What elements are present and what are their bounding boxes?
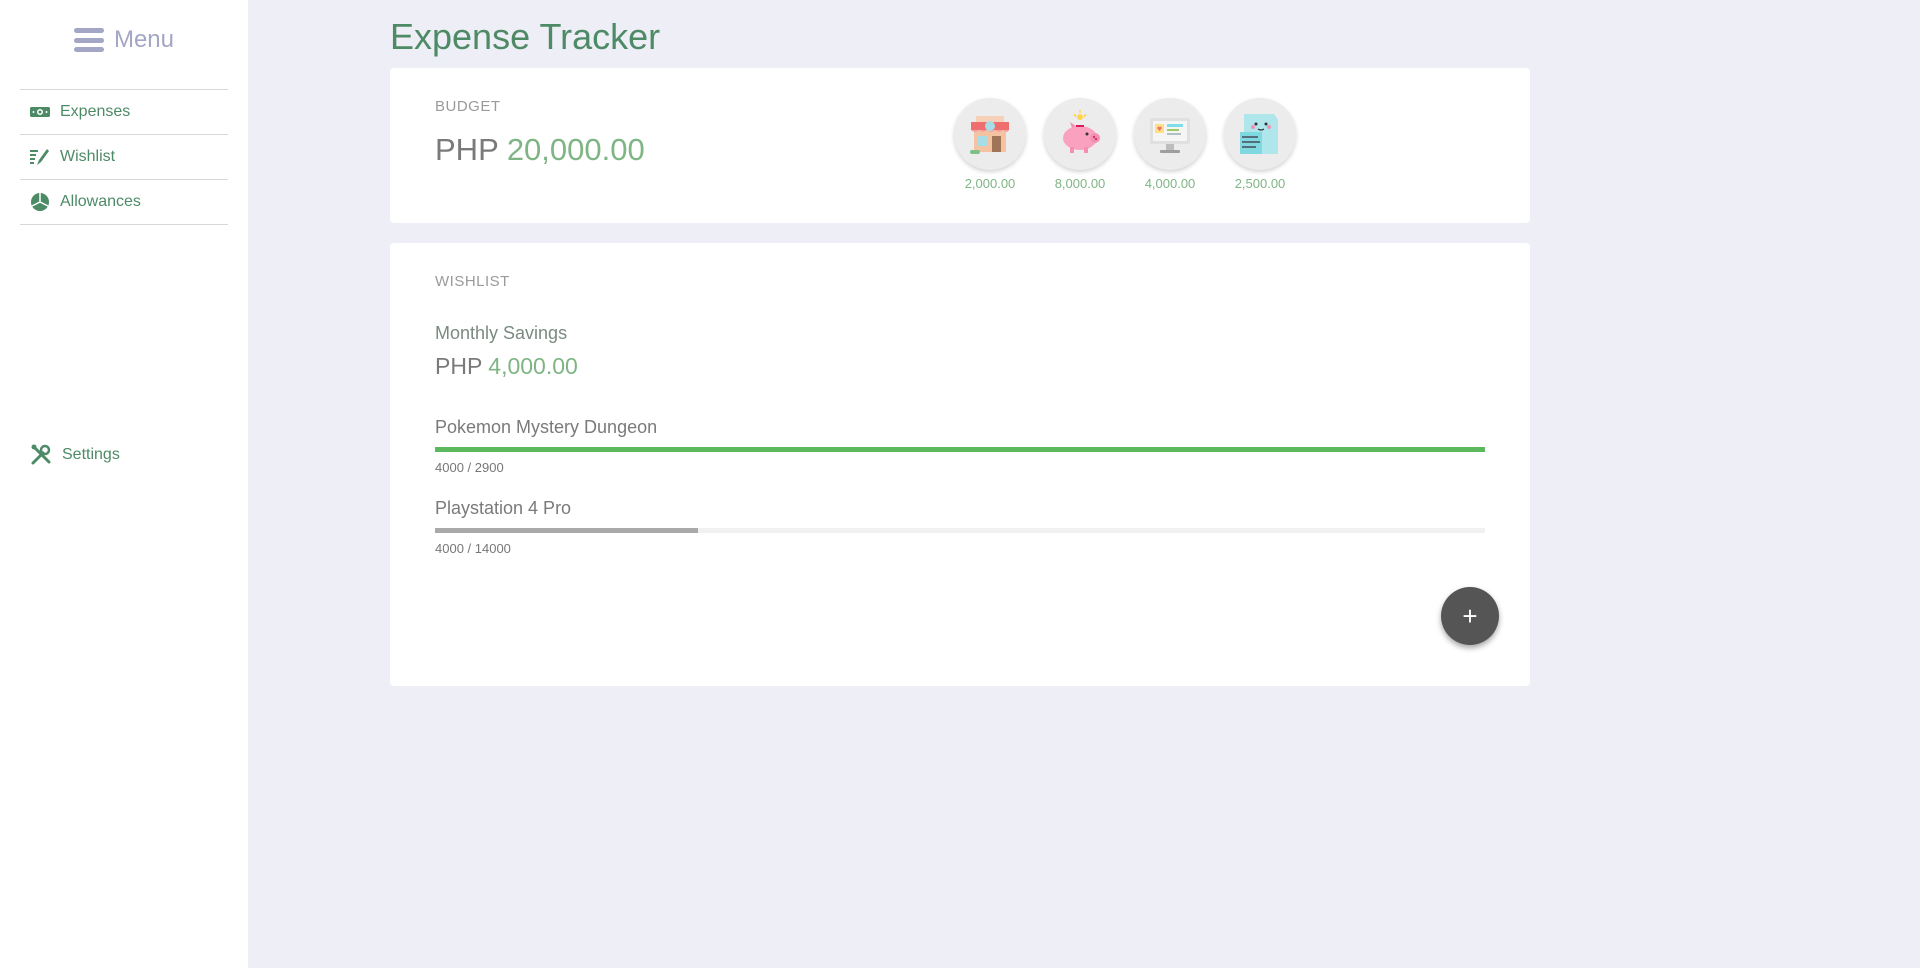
budget-card: BUDGET PHP 20,000.00 2,000.00 8,000.00 4… [390, 68, 1530, 223]
sidebar-item-label: Expenses [60, 103, 131, 120]
sidebar-item-wishlist[interactable]: Wishlist [20, 135, 228, 180]
progress-bar [435, 528, 1485, 533]
settings-label: Settings [62, 445, 120, 463]
budget-amount: PHP 20,000.00 [435, 132, 645, 168]
wishlist-item-name: Playstation 4 Pro [435, 498, 572, 518]
hamburger-icon [73, 28, 104, 52]
monthly-value: 4,000.00 [488, 353, 578, 379]
monthly-savings-label: Monthly Savings [435, 323, 568, 343]
wishlist-icon [30, 149, 49, 165]
category-button[interactable] [1224, 98, 1296, 170]
piggy-bank-icon [1063, 110, 1100, 153]
category-savings[interactable]: 8,000.00 [1044, 98, 1116, 191]
category-store[interactable]: 2,000.00 [954, 98, 1026, 191]
wishlist-item-progress: 4000 / 14000 [435, 541, 511, 556]
progress-bar-fill [435, 528, 698, 533]
category-computer[interactable]: 4,000.00 [1134, 98, 1206, 191]
category-button[interactable] [1134, 98, 1206, 170]
category-amount: 2,500.00 [1234, 176, 1286, 191]
wishlist-label: WISHLIST [435, 273, 510, 290]
store-icon [970, 116, 1009, 154]
category-button[interactable] [1044, 98, 1116, 170]
wishlist-item-name: Pokemon Mystery Dungeon [435, 417, 658, 437]
menu-toggle[interactable]: Menu [0, 26, 248, 54]
sidebar-item-settings[interactable]: Settings [20, 432, 228, 477]
sidebar-item-label: Allowances [60, 193, 141, 210]
sidebar-item-label: Wishlist [60, 148, 116, 165]
add-wishlist-button[interactable]: + [1441, 587, 1499, 645]
progress-bar [435, 447, 1485, 452]
sidebar-nav: Expenses Wishlist Allowances [20, 89, 228, 225]
sidebar-item-expenses[interactable]: Expenses [20, 90, 228, 135]
page-title: Expense Tracker [390, 16, 661, 57]
monthly-currency: PHP [435, 353, 482, 379]
money-icon [30, 107, 50, 117]
wishlist-card: WISHLIST Monthly Savings PHP 4,000.00 Po… [390, 243, 1530, 686]
progress-bar-fill [435, 447, 1485, 452]
budget-label: BUDGET [435, 98, 501, 115]
wishlist-item[interactable]: Playstation 4 Pro 4000 / 14000 [435, 498, 1485, 556]
category-amount: 2,000.00 [964, 176, 1016, 191]
wishlist-item[interactable]: Pokemon Mystery Dungeon 4000 / 2900 [435, 417, 1485, 475]
sidebar-item-allowances[interactable]: Allowances [20, 180, 228, 225]
category-amount: 8,000.00 [1054, 176, 1106, 191]
pie-chart-icon [31, 193, 49, 211]
computer-icon [1150, 118, 1190, 153]
tools-icon [31, 444, 51, 464]
monthly-savings-amount: PHP 4,000.00 [435, 353, 578, 380]
budget-currency: PHP [435, 132, 499, 167]
category-bills[interactable]: 2,500.00 [1224, 98, 1296, 191]
menu-label: Menu [113, 26, 175, 53]
category-button[interactable] [954, 98, 1026, 170]
sidebar: Menu Expenses Wishlist Allowances Settin… [0, 0, 248, 968]
budget-value: 20,000.00 [506, 132, 645, 167]
wishlist-item-progress: 4000 / 2900 [435, 460, 504, 475]
category-amount: 4,000.00 [1144, 176, 1196, 191]
receipt-icon [1240, 114, 1278, 154]
